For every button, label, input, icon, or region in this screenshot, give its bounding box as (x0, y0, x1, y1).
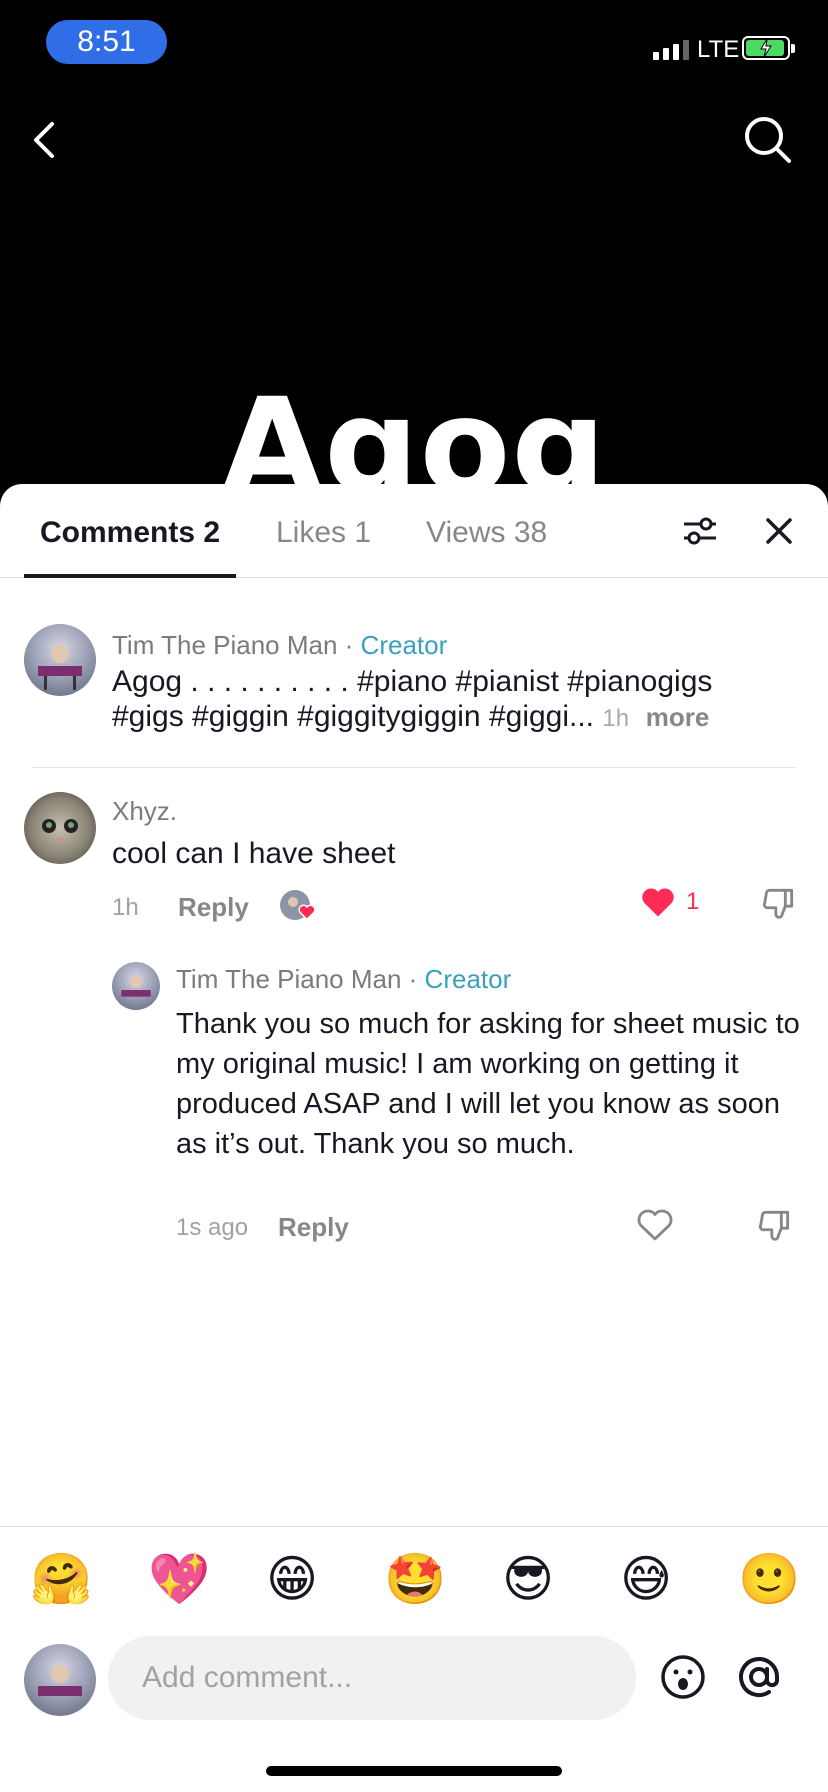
dislike-button[interactable] (760, 884, 798, 927)
avatar[interactable] (112, 962, 160, 1010)
chevron-left-icon (34, 122, 54, 158)
comment-author[interactable]: Tim The Piano Man · Creator (112, 630, 447, 661)
avatar[interactable] (24, 624, 96, 696)
search-icon (745, 117, 791, 163)
comments-sheet: Comments 2 Likes 1 Views 38 Tim The Pian… (0, 484, 828, 1792)
emoji-slight-smile-button[interactable]: 🙂 (738, 1549, 800, 1609)
comment-item: Tim The Piano Man · Creator Agog . . . .… (0, 578, 828, 758)
tab-bar: Comments 2 Likes 1 Views 38 (0, 484, 828, 578)
like-button[interactable]: 1 (640, 886, 699, 918)
filter-button[interactable] (680, 514, 720, 553)
dislike-button[interactable] (756, 1206, 794, 1249)
comment-author[interactable]: Xhyz. (112, 796, 177, 827)
emoji-sparkling-heart-button[interactable]: 💖 (148, 1549, 210, 1609)
like-button[interactable] (636, 1208, 674, 1247)
comment-time: 1h (602, 705, 630, 732)
reply-author[interactable]: Tim The Piano Man · Creator (176, 964, 511, 995)
close-icon (766, 518, 792, 544)
heart-filled-icon (642, 888, 674, 917)
home-indicator (266, 1766, 562, 1776)
tab-likes[interactable]: Likes 1 (276, 516, 371, 550)
status-time: 8:51 (46, 20, 167, 64)
tab-comments[interactable]: Comments 2 (40, 516, 220, 550)
creator-badge: Creator (424, 964, 512, 994)
comment-text: cool can I have sheet (112, 837, 396, 870)
reply-button[interactable]: Reply (178, 892, 249, 923)
emoji-sweat-smile-button[interactable]: 😅 (620, 1549, 672, 1609)
reply-button[interactable]: Reply (278, 1212, 349, 1243)
sliders-icon (684, 517, 716, 545)
more-button[interactable]: more (646, 702, 710, 732)
comment-time: 1h (112, 894, 139, 921)
thumbs-down-icon (758, 1210, 790, 1241)
reply-text: Thank you so much for asking for sheet m… (176, 1008, 800, 1160)
heart-outline-icon (637, 1209, 673, 1241)
comment-item: Xhyz. cool can I have sheet 1h Reply 1 T… (0, 768, 828, 1242)
emoji-sunglasses-button[interactable]: 😎 (502, 1549, 554, 1609)
emoji-hugging-button[interactable]: 🤗 (30, 1549, 92, 1609)
comment-text: Agog . . . . . . . . . . #piano #pianist… (112, 665, 713, 733)
comment-input[interactable] (108, 1636, 636, 1720)
emoji-quick-bar: 🤗 💖 😁 🤩 😎 😅 🙂 (0, 1526, 828, 1634)
search-button[interactable] (740, 112, 796, 168)
tab-views[interactable]: Views 38 (426, 516, 547, 550)
emoji-face-icon (661, 1655, 705, 1699)
heart-badge-icon (298, 904, 316, 920)
creator-badge: Creator (360, 630, 448, 660)
close-button[interactable] (762, 514, 796, 553)
mention-button[interactable] (736, 1654, 782, 1705)
like-count: 1 (686, 888, 700, 915)
status-bar: 8:51 LTE (0, 0, 828, 90)
emoji-picker-button[interactable] (660, 1654, 706, 1705)
avatar[interactable] (24, 792, 96, 864)
signal-icon (653, 40, 689, 60)
back-button[interactable] (24, 112, 64, 168)
battery-icon (742, 36, 795, 60)
emoji-grinning-button[interactable]: 😁 (266, 1549, 318, 1609)
emoji-star-struck-button[interactable]: 🤩 (384, 1549, 446, 1609)
reply-time: 1s ago (176, 1214, 249, 1241)
thumbs-down-icon (762, 888, 794, 919)
at-sign-icon (739, 1657, 780, 1698)
my-avatar[interactable] (24, 1644, 96, 1716)
network-type: LTE (697, 36, 740, 63)
comment-composer (0, 1636, 828, 1746)
